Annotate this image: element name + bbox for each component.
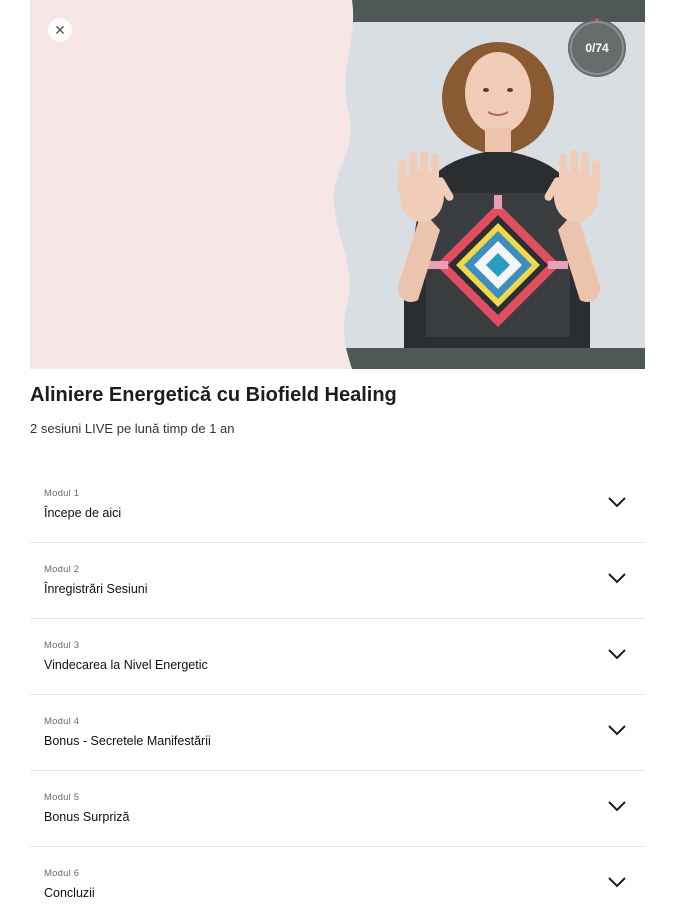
progress-indicator: 0/74: [566, 17, 628, 79]
module-item-6[interactable]: Modul 6 Concluzii: [30, 847, 645, 922]
module-item-4[interactable]: Modul 4 Bonus - Secretele Manifestării: [30, 695, 645, 771]
module-item-2[interactable]: Modul 2 Înregistrări Sesiuni: [30, 543, 645, 619]
module-name: Bonus Surpriză: [44, 810, 130, 824]
hero-illustration: [30, 0, 645, 369]
chevron-down-icon[interactable]: [607, 723, 627, 737]
chevron-down-icon[interactable]: [607, 571, 627, 585]
close-button[interactable]: ✕: [48, 18, 72, 42]
module-label: Modul 2: [44, 564, 80, 575]
progress-count: 0/74: [585, 41, 609, 55]
chevron-down-icon[interactable]: [607, 495, 627, 509]
module-label: Modul 3: [44, 640, 80, 651]
close-icon: ✕: [54, 21, 66, 38]
module-name: Bonus - Secretele Manifestării: [44, 734, 211, 748]
module-label: Modul 6: [44, 868, 80, 879]
module-item-3[interactable]: Modul 3 Vindecarea la Nivel Energetic: [30, 619, 645, 695]
chevron-down-icon[interactable]: [607, 875, 627, 889]
chevron-down-icon[interactable]: [607, 799, 627, 813]
course-subtitle: 2 sesiuni LIVE pe lună timp de 1 an: [30, 421, 235, 436]
course-title: Aliniere Energetică cu Biofield Healing: [30, 384, 397, 406]
module-item-1[interactable]: Modul 1 Începe de aici: [30, 467, 645, 543]
module-name: Vindecarea la Nivel Energetic: [44, 658, 208, 672]
module-label: Modul 1: [44, 488, 80, 499]
course-hero-image: ✕ 0/74: [30, 0, 645, 369]
chevron-down-icon[interactable]: [607, 647, 627, 661]
module-name: Începe de aici: [44, 506, 122, 520]
module-list: Modul 1 Începe de aici Modul 2 Înregistr…: [30, 467, 645, 922]
module-label: Modul 5: [44, 792, 80, 803]
module-name: Concluzii: [44, 886, 95, 900]
module-name: Înregistrări Sesiuni: [44, 582, 148, 596]
module-label: Modul 4: [44, 716, 80, 727]
module-item-5[interactable]: Modul 5 Bonus Surpriză: [30, 771, 645, 847]
